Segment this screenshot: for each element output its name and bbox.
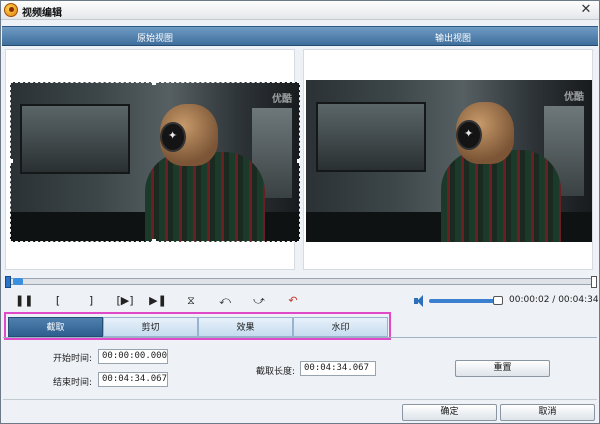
timeline-start-marker[interactable] <box>5 276 11 288</box>
time-current: 00:00:02 <box>509 295 550 305</box>
tab-effects[interactable]: 效果 <box>198 317 293 337</box>
crop-selection-box[interactable] <box>10 82 300 242</box>
cancel-button[interactable]: 取消 <box>500 404 595 421</box>
flip-vertical-icon[interactable]: ⧖ <box>183 293 199 309</box>
pause-icon[interactable]: ❚❚ <box>15 293 33 309</box>
tab-bar-divider <box>3 337 597 338</box>
trim-length-field[interactable]: 00:04:34.067 <box>300 361 376 376</box>
play-pause-icon[interactable]: ▶❚ <box>149 293 167 309</box>
start-time-label: 开始时间: <box>53 354 93 364</box>
end-time-field[interactable]: 00:04:34.067 <box>98 372 168 387</box>
output-video-frame: 优酷 <box>306 80 592 242</box>
footer-divider <box>3 399 597 400</box>
crop-handle-top[interactable] <box>152 82 156 85</box>
original-video-frame[interactable]: 优酷 <box>10 82 300 242</box>
app-icon <box>4 3 18 17</box>
mark-in-icon[interactable]: [ <box>52 293 64 309</box>
tab-cut[interactable]: 剪切 <box>103 317 198 337</box>
title-bar: 视频编辑 ✕ <box>1 1 599 20</box>
undo-icon[interactable]: ↶ <box>285 293 301 309</box>
end-time-label: 结束时间: <box>53 378 93 388</box>
reset-button[interactable]: 重置 <box>455 360 550 377</box>
original-view-panel: 优酷 <box>5 49 300 270</box>
window-title: 视频编辑 <box>22 8 62 19</box>
video-scene <box>306 80 592 242</box>
timeline-track[interactable] <box>5 276 597 288</box>
video-watermark: 优酷 <box>564 92 584 103</box>
timeline-end-marker[interactable] <box>591 276 597 288</box>
start-time-field[interactable]: 00:00:00.000 <box>98 349 168 364</box>
play-segment-icon[interactable]: [▶] <box>114 293 136 309</box>
trim-length-label: 截取长度: <box>256 367 296 377</box>
timeline-playhead[interactable] <box>13 278 23 285</box>
time-readout: 00:00:02 / 00:04:34 <box>509 295 599 305</box>
time-separator: / <box>549 295 559 305</box>
tab-trim[interactable]: 截取 <box>8 317 103 337</box>
volume-slider[interactable] <box>429 299 501 303</box>
original-view-label: 原始视图 <box>137 34 174 44</box>
video-edit-window: 视频编辑 ✕ 原始视图 输出视图 优酷 <box>0 0 600 424</box>
crop-handle-left[interactable] <box>10 159 13 163</box>
crop-handle-bottom[interactable] <box>152 239 156 242</box>
output-view-label: 输出视图 <box>435 34 472 44</box>
output-view-panel: 优酷 <box>303 49 593 270</box>
volume-icon[interactable] <box>414 295 426 307</box>
close-icon[interactable]: ✕ <box>579 3 593 17</box>
mark-out-icon[interactable]: ] <box>85 293 97 309</box>
ok-button[interactable]: 确定 <box>402 404 497 421</box>
view-header: 原始视图 输出视图 <box>2 26 598 46</box>
rotate-right-icon[interactable]: ⤻ <box>251 293 267 309</box>
volume-slider-knob[interactable] <box>493 296 503 305</box>
crop-handle-right[interactable] <box>297 159 300 163</box>
tab-watermark[interactable]: 水印 <box>293 317 388 337</box>
time-total: 00:04:34 <box>558 295 599 305</box>
rotate-left-icon[interactable]: ⤺ <box>217 293 233 309</box>
